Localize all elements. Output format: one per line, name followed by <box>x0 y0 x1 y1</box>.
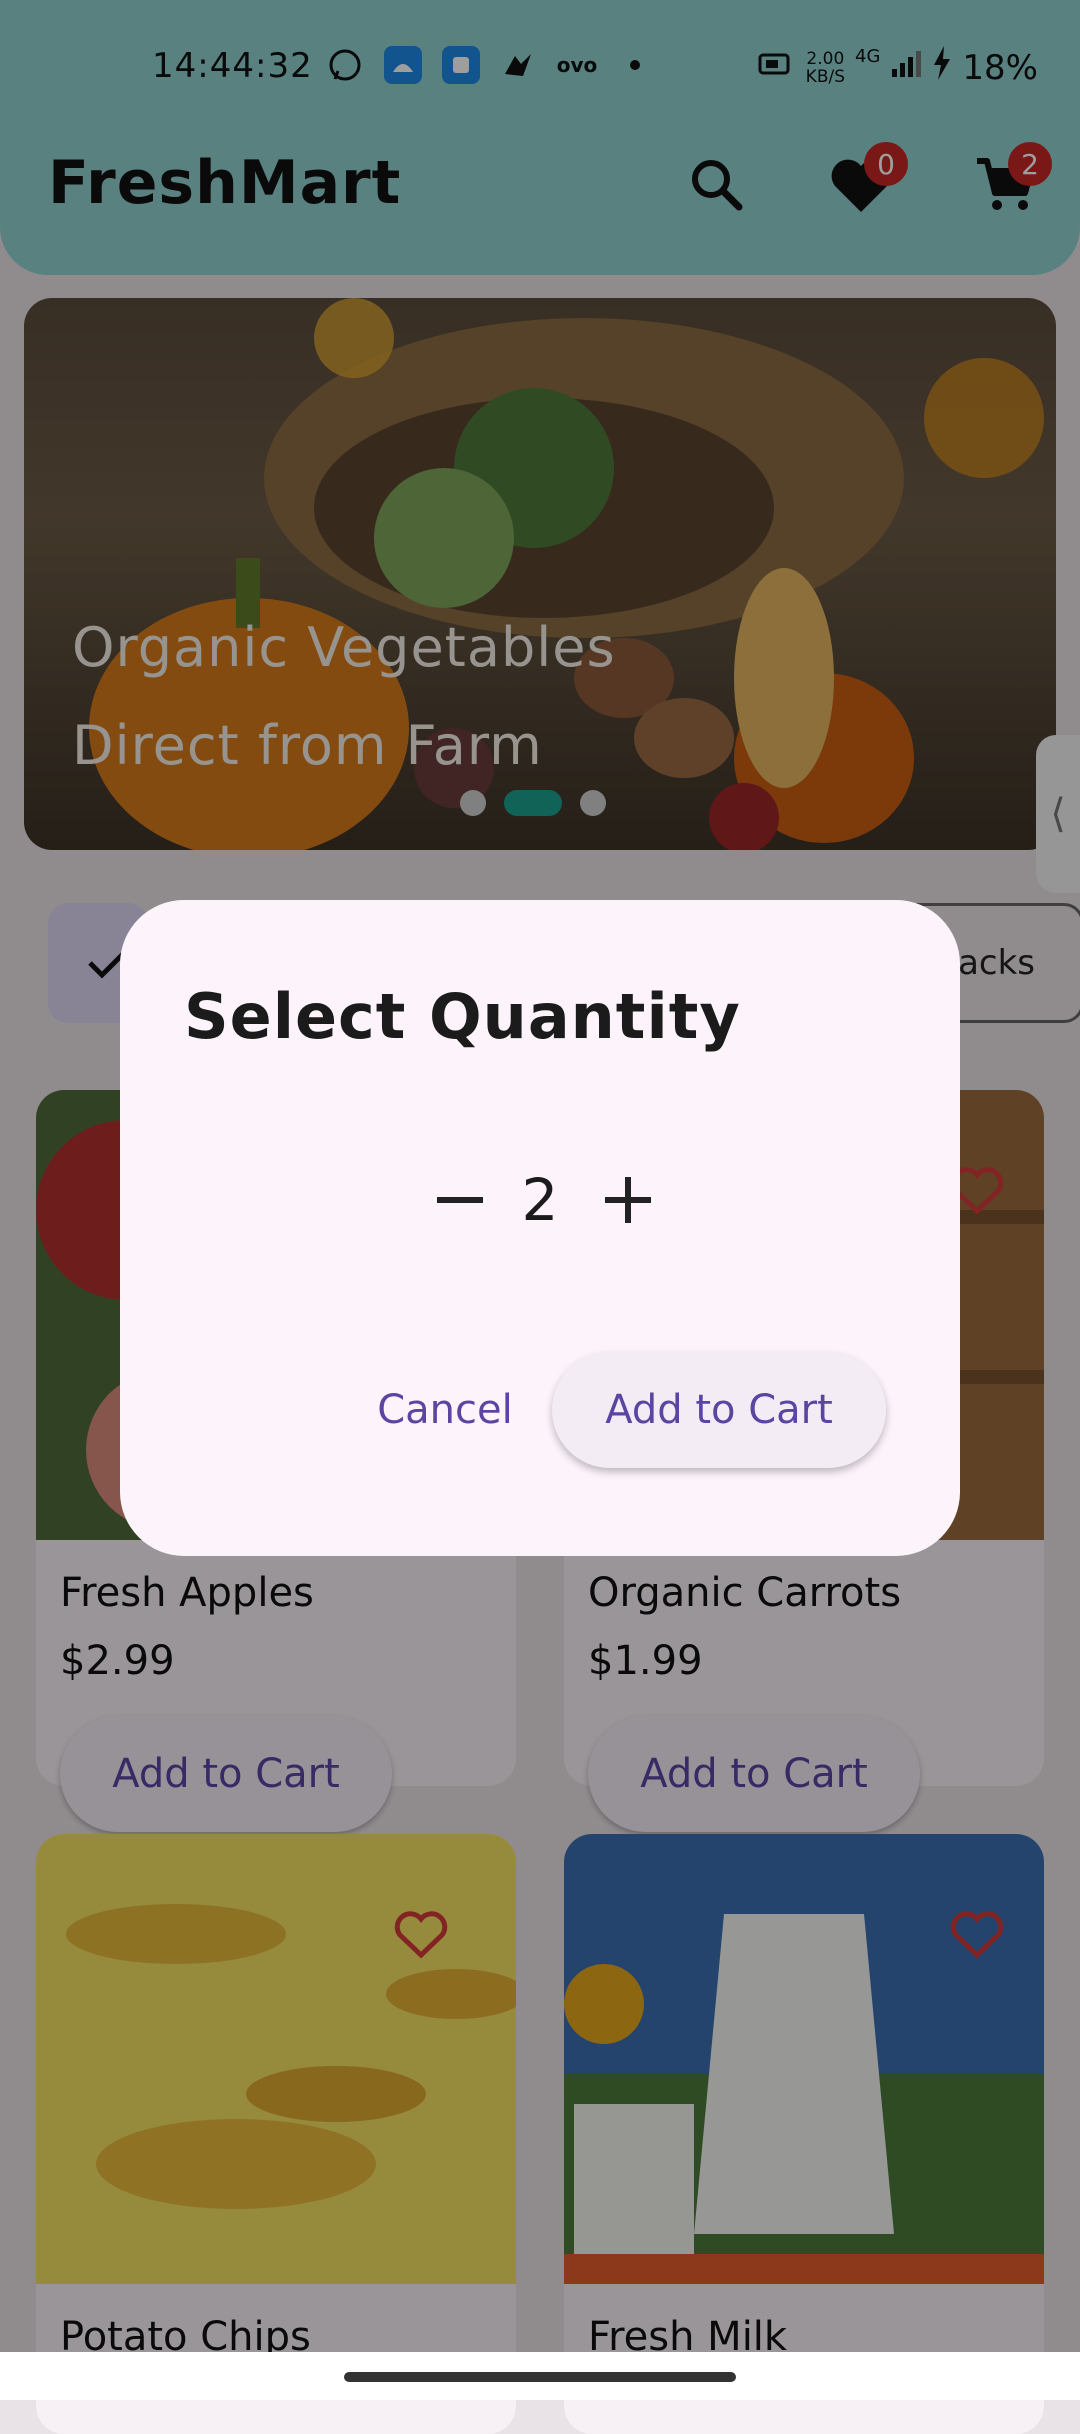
plus-icon <box>605 1177 651 1223</box>
minus-icon <box>437 1197 483 1203</box>
select-quantity-dialog: Select Quantity 2 Cancel Add to Cart <box>120 900 960 1556</box>
confirm-add-to-cart-button[interactable]: Add to Cart <box>552 1352 886 1468</box>
increase-quantity-button[interactable] <box>588 1160 668 1240</box>
system-navigation-bar <box>0 2352 1080 2400</box>
dialog-title: Select Quantity <box>184 980 741 1053</box>
home-gesture-handle[interactable] <box>344 2372 736 2382</box>
cancel-button[interactable]: Cancel <box>340 1352 550 1468</box>
quantity-value: 2 <box>521 1166 559 1234</box>
quantity-stepper: 2 <box>120 1150 960 1250</box>
decrease-quantity-button[interactable] <box>420 1160 500 1240</box>
